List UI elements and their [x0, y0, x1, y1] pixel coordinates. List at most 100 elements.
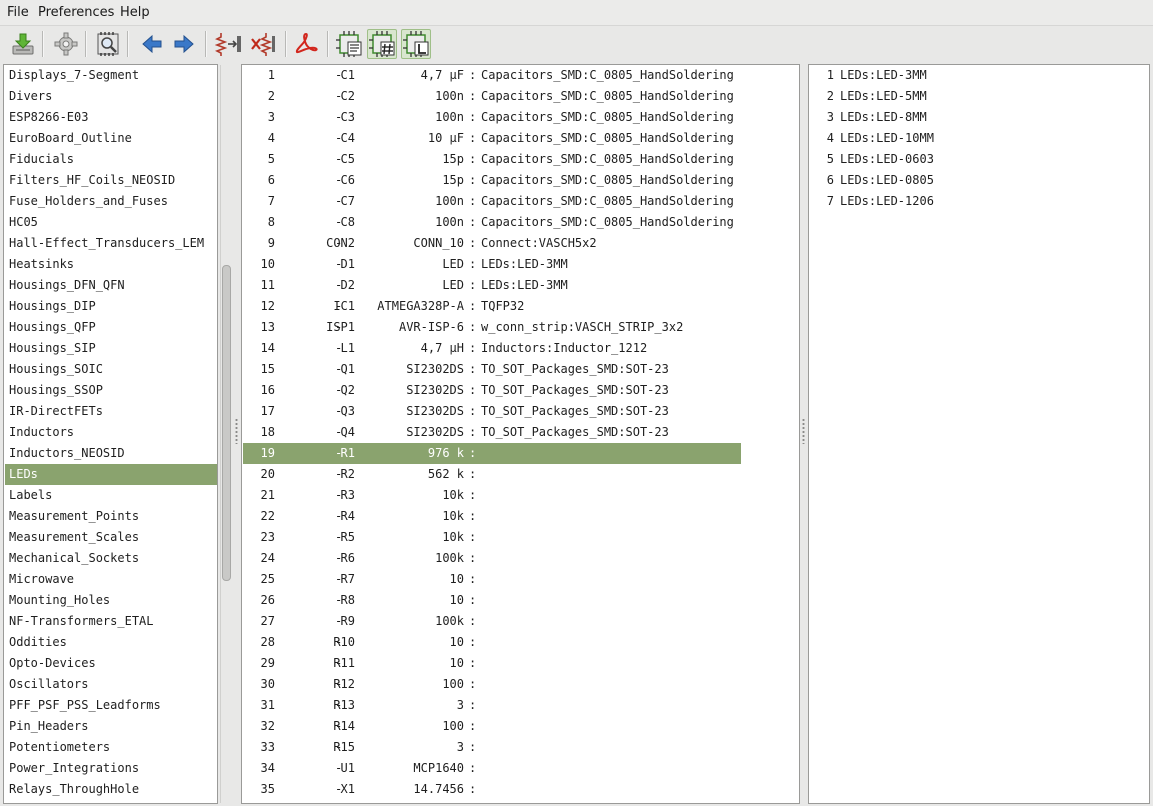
library-item[interactable]: Pin_Headers — [5, 716, 217, 737]
component-row[interactable]: 20 R2 562 k -: — [243, 464, 741, 485]
library-item[interactable]: Housings_DIP — [5, 296, 217, 317]
component-row[interactable]: 30 R12 100 -: — [243, 674, 741, 695]
library-list-scrollbar[interactable] — [220, 65, 233, 803]
component-row[interactable]: 8 C8 100n Capacitors_SMD:C_0805_HandSolderi… — [243, 212, 741, 233]
component-row[interactable]: 3 C3 100n Capacitors_SMD:C_0805_HandSolderi… — [243, 107, 741, 128]
previous-button[interactable] — [137, 29, 167, 59]
menu-help[interactable]: Help — [120, 5, 150, 20]
component-list[interactable]: 1 C1 4,7 µF Capacitors_SMD:C_0805_HandSolde… — [241, 64, 800, 804]
filter-by-library-button[interactable] — [401, 29, 431, 59]
library-item[interactable]: Inductors_NEOSID — [5, 443, 217, 464]
footprint-item[interactable]: 5 LEDs:LED-0603 — [810, 149, 1149, 170]
component-row[interactable]: 6 C6 15p Capacitors_SMD:C_0805_HandSolderin… — [243, 170, 741, 191]
library-item[interactable]: Labels — [5, 485, 217, 506]
library-item[interactable]: Oddities — [5, 632, 217, 653]
footprint-item[interactable]: 3 LEDs:LED-8MM — [810, 107, 1149, 128]
component-row[interactable]: 28 R10 10 -: — [243, 632, 741, 653]
library-item[interactable]: Heatsinks — [5, 254, 217, 275]
menu-file[interactable]: File — [7, 5, 29, 20]
component-row[interactable]: 24 R6 100k -: — [243, 548, 741, 569]
component-row[interactable]: 22 R4 10k -: — [243, 506, 741, 527]
footprint-item[interactable]: 6 LEDs:LED-0805 — [810, 170, 1149, 191]
component-row[interactable]: 9 CON2 CONN_10 Connect:VASCH5x2 -: — [243, 233, 741, 254]
library-item[interactable]: Mechanical_Sockets — [5, 548, 217, 569]
view-footprint-button[interactable] — [93, 29, 123, 59]
component-row[interactable]: 33 R15 3 -: — [243, 737, 741, 758]
component-row[interactable]: 21 R3 10k -: — [243, 485, 741, 506]
scrollbar-thumb[interactable] — [222, 265, 231, 581]
library-item[interactable]: Divers — [5, 86, 217, 107]
next-button[interactable] — [169, 29, 199, 59]
library-item[interactable]: Housings_SSOP — [5, 380, 217, 401]
library-item[interactable]: ESP8266-E03 — [5, 107, 217, 128]
component-row[interactable]: 31 R13 3 -: — [243, 695, 741, 716]
component-row[interactable]: 19 R1 976 k -: — [243, 443, 741, 464]
component-row[interactable]: 23 R5 10k -: — [243, 527, 741, 548]
library-item[interactable]: Hall-Effect_Transducers_LEM — [5, 233, 217, 254]
component-row[interactable]: 29 R11 10 -: — [243, 653, 741, 674]
library-item[interactable]: PFF_PSF_PSS_Leadforms — [5, 695, 217, 716]
component-row[interactable]: 5 C5 15p Capacitors_SMD:C_0805_HandSolderin… — [243, 149, 741, 170]
library-item[interactable]: Housings_QFP — [5, 317, 217, 338]
component-row[interactable]: 14 L1 4,7 µH Inductors:Inductor_1212 -: — [243, 338, 741, 359]
library-item[interactable]: Potentiometers — [5, 737, 217, 758]
config-button[interactable] — [51, 29, 81, 59]
library-item[interactable]: Housings_DFN_QFN — [5, 275, 217, 296]
library-item[interactable]: Housings_SOIC — [5, 359, 217, 380]
library-item[interactable]: Displays_7-Segment — [5, 65, 217, 86]
library-item[interactable]: Fiducials — [5, 149, 217, 170]
component-row[interactable]: 1 C1 4,7 µF Capacitors_SMD:C_0805_HandSolde… — [243, 65, 741, 86]
component-row[interactable]: 4 C4 10 µF Capacitors_SMD:C_0805_HandSolder… — [243, 128, 741, 149]
footprint-item[interactable]: 7 LEDs:LED-1206 — [810, 191, 1149, 212]
save-netlist-button[interactable] — [8, 29, 38, 59]
filter-by-keywords-button[interactable] — [334, 29, 364, 59]
splitter-handle-right[interactable] — [802, 418, 805, 444]
library-item[interactable]: IR-DirectFETs — [5, 401, 217, 422]
library-item[interactable]: Measurement_Scales — [5, 527, 217, 548]
footprint-index: 6 — [826, 173, 834, 187]
datasheet-button[interactable] — [291, 29, 321, 59]
library-item[interactable]: Opto-Devices — [5, 653, 217, 674]
component-reference: R12 — [333, 677, 355, 691]
library-item[interactable]: Mounting_Holes — [5, 590, 217, 611]
component-row[interactable]: 32 R14 100 -: — [243, 716, 741, 737]
footprint-item[interactable]: 1 LEDs:LED-3MM — [810, 65, 1149, 86]
library-item[interactable]: Microwave — [5, 569, 217, 590]
library-item[interactable]: Housings_SIP — [5, 338, 217, 359]
component-row[interactable]: 18 Q4 SI2302DS TO_SOT_Packages_SMD:SOT-23 -: — [243, 422, 741, 443]
component-row[interactable]: 17 Q3 SI2302DS TO_SOT_Packages_SMD:SOT-23 -: — [243, 401, 741, 422]
menu-preferences[interactable]: Preferences — [38, 5, 114, 20]
auto-associate-button[interactable] — [214, 29, 244, 59]
library-item[interactable]: NF-Transformers_ETAL — [5, 611, 217, 632]
footprint-item[interactable]: 2 LEDs:LED-5MM — [810, 86, 1149, 107]
component-row[interactable]: 26 R8 10 -: — [243, 590, 741, 611]
library-item[interactable]: Measurement_Points — [5, 506, 217, 527]
library-item[interactable]: LEDs — [5, 464, 217, 485]
library-item[interactable]: Power_Integrations — [5, 758, 217, 779]
component-row[interactable]: 13 ISP1 AVR-ISP-6 w_conn_strip:VASCH_STRIP_… — [243, 317, 741, 338]
library-item[interactable]: EuroBoard_Outline — [5, 128, 217, 149]
component-row[interactable]: 25 R7 10 -: — [243, 569, 741, 590]
component-row[interactable]: 16 Q2 SI2302DS TO_SOT_Packages_SMD:SOT-23 -: — [243, 380, 741, 401]
library-list[interactable]: Displays_7-Segment Divers ESP8266-E03 EuroB… — [3, 64, 218, 804]
splitter-handle-left[interactable] — [235, 418, 238, 444]
component-row[interactable]: 2 C2 100n Capacitors_SMD:C_0805_HandSolderi… — [243, 86, 741, 107]
library-item[interactable]: Oscillators — [5, 674, 217, 695]
component-row[interactable]: 15 Q1 SI2302DS TO_SOT_Packages_SMD:SOT-23 -: — [243, 359, 741, 380]
delete-associations-button[interactable] — [248, 29, 278, 59]
filter-by-pin-count-button[interactable] — [367, 29, 397, 59]
component-row[interactable]: 7 C7 100n Capacitors_SMD:C_0805_HandSolderi… — [243, 191, 741, 212]
footprint-item[interactable]: 4 LEDs:LED-10MM — [810, 128, 1149, 149]
component-row[interactable]: 12 IC1 ATMEGA328P-A TQFP32 -: — [243, 296, 741, 317]
footprint-list[interactable]: 1 LEDs:LED-3MM 2 LEDs:LED-5MM 3 LEDs:LED-8MM 4… — [808, 64, 1150, 804]
library-item[interactable]: Filters_HF_Coils_NEOSID — [5, 170, 217, 191]
library-item[interactable]: Relays_ThroughHole — [5, 779, 217, 800]
library-item[interactable]: HC05 — [5, 212, 217, 233]
component-row[interactable]: 11 D2 LED LEDs:LED-3MM -: — [243, 275, 741, 296]
component-row[interactable]: 27 R9 100k -: — [243, 611, 741, 632]
component-row[interactable]: 34 U1 MCP1640 -: — [243, 758, 741, 779]
component-row[interactable]: 35 X1 14.7456 -: — [243, 779, 741, 800]
component-row[interactable]: 10 D1 LED LEDs:LED-3MM -: — [243, 254, 741, 275]
library-item[interactable]: Fuse_Holders_and_Fuses — [5, 191, 217, 212]
library-item[interactable]: Inductors — [5, 422, 217, 443]
